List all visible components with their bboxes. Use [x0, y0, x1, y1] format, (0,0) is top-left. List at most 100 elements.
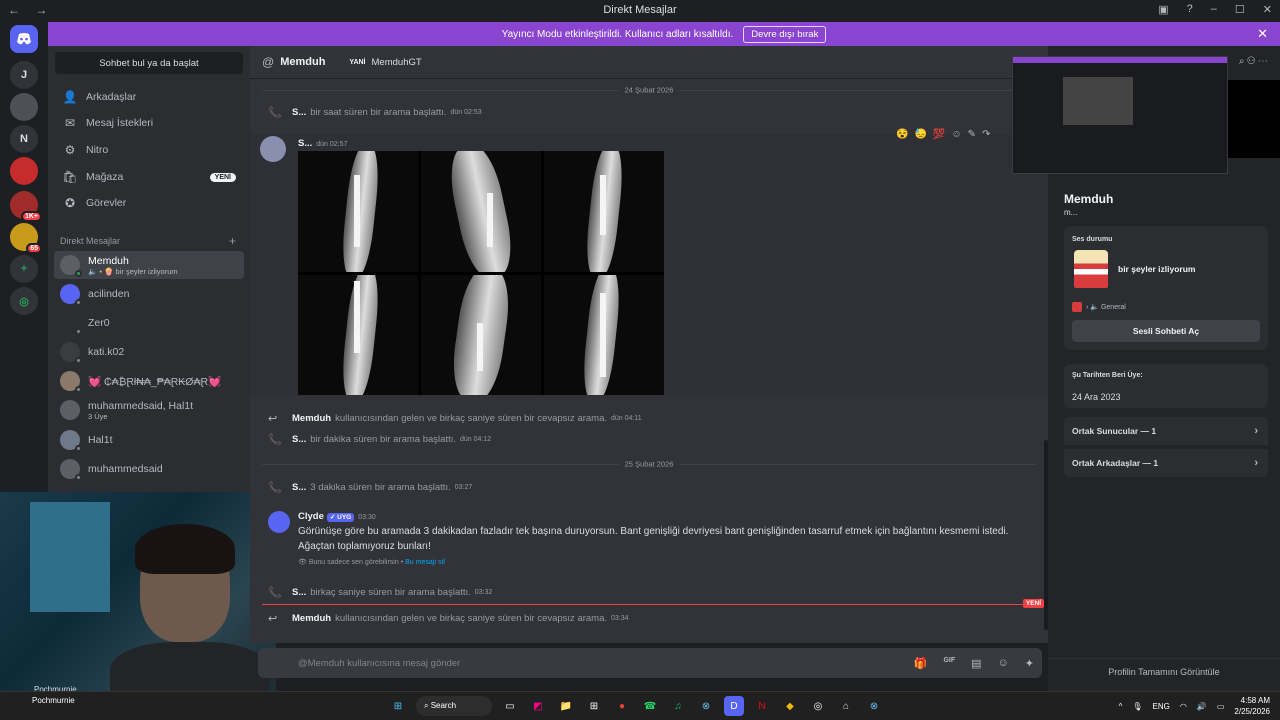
server-badge-1k[interactable]: 1K+ [10, 191, 42, 222]
add-server-button[interactable]: + [10, 255, 38, 283]
nav-shop[interactable]: 🛍 Mağaza YENİ [54, 164, 244, 190]
binance-icon[interactable]: ◆ [780, 696, 800, 716]
call-event: 📞 S... birkaç saniye süren bir arama başl… [268, 587, 493, 599]
message-author[interactable]: Clyde ✓ UYG 03:30 [298, 511, 376, 522]
find-conversation-button[interactable]: Sohbet bul ya da başlat [55, 52, 243, 74]
copilot-icon[interactable]: ◩ [528, 696, 548, 716]
video-preview[interactable] [1228, 80, 1280, 158]
date-divider: 25 Şubat 2026 [262, 459, 1036, 469]
taskbar-search[interactable]: ⌕ Search [416, 696, 492, 716]
create-dm-icon[interactable]: + [229, 234, 236, 248]
call-event: 📞 S... 3 dakika süren bir arama başlattı.… [268, 482, 473, 494]
add-reaction-icon[interactable]: ☺ [951, 129, 961, 140]
delete-message-link[interactable]: Bu mesajı sil [405, 559, 445, 566]
view-full-profile-link[interactable]: Profilin Tamamını Görüntüle [1048, 658, 1280, 677]
activity-text: bir şeyler izliyorum [1118, 264, 1196, 274]
chrome-icon[interactable]: ● [612, 696, 632, 716]
window-title: Direkt Mesajlar [603, 4, 677, 16]
gift-icon[interactable]: 🎁 [914, 657, 928, 670]
inbox-icon[interactable]: ▣ [1158, 3, 1168, 16]
volume-icon[interactable]: 🔊 [1197, 702, 1207, 711]
server-avatar[interactable] [10, 93, 38, 121]
steam-icon[interactable]: ⊗ [864, 696, 884, 716]
disable-streamer-button[interactable]: Devre dışı bırak [743, 25, 827, 43]
nav-friends[interactable]: 👤 Arkadaşlar [54, 84, 244, 110]
task-view-icon[interactable]: ▭ [500, 696, 520, 716]
dm-item-memduh[interactable]: Memduh 🔈 • 🍿 bir şeyler izliyorum [54, 251, 244, 279]
avatar[interactable] [260, 136, 286, 162]
nav-nitro[interactable]: ⚙ Nitro [54, 137, 244, 163]
server-badge-65[interactable]: 65 [10, 223, 42, 254]
maximize-button[interactable]: ☐ [1235, 3, 1245, 16]
reaction-icon[interactable]: 💯 [933, 129, 945, 140]
help-icon[interactable]: ? [1187, 3, 1193, 16]
message-author[interactable]: S... dün 02:57 [298, 138, 347, 149]
spotify-icon[interactable]: ♫ [668, 696, 688, 716]
server-j[interactable]: J [10, 61, 38, 89]
close-icon[interactable]: ✕ [1257, 26, 1268, 42]
tray-overflow-icon[interactable]: ^ [1119, 702, 1123, 711]
weather-widget[interactable]: Pochmurnie [32, 696, 75, 705]
dm-item[interactable]: 💓 ₵₳₿Ɽł₦₳_₱₳Ɽ₭Ø₳Ɽ💓 [54, 367, 244, 395]
mutual-friends-link[interactable]: Ortak Arkadaşlar — 1 › [1064, 449, 1268, 477]
nickname-tag: YANİ [349, 58, 366, 66]
voice-status-card: Ses durumu bir şeyler izliyorum › 🔈 Gene… [1064, 226, 1268, 350]
app-icon[interactable]: ⌂ [836, 696, 856, 716]
dm-item-group[interactable]: muhammedsaid, Hal1t 3 Üye [54, 396, 244, 424]
server-red[interactable] [10, 157, 38, 185]
reaction-icon[interactable]: 😵 [896, 129, 908, 140]
dm-item[interactable]: Hal1t [54, 426, 244, 454]
avatar [60, 284, 82, 306]
forward-icon[interactable]: ↷ [982, 129, 990, 140]
phone-icon: 📞 [268, 482, 282, 494]
start-icon[interactable]: ⊞ [388, 696, 408, 716]
clock[interactable]: 4:58 AM 2/25/2026 [1234, 695, 1270, 717]
message-composer[interactable]: @Memduh kullanıcısına mesaj gönder 🎁 GIF… [258, 648, 1042, 678]
dm-item[interactable]: kati.k02 [54, 338, 244, 366]
dm-item[interactable]: muhammedsaid [54, 455, 244, 483]
emoji-icon[interactable]: ☺ [998, 657, 1009, 670]
server-n[interactable]: N [10, 125, 38, 153]
gif-icon[interactable]: GIF [943, 657, 955, 670]
language-indicator[interactable]: ENG [1153, 702, 1170, 711]
mic-icon[interactable]: 🎙 [1132, 702, 1142, 711]
avatar [60, 313, 82, 335]
apps-icon[interactable]: ✦ [1025, 657, 1034, 670]
discover-button[interactable]: ◎ [10, 287, 38, 315]
close-button[interactable]: ✕ [1263, 3, 1272, 16]
netflix-icon[interactable]: N [752, 696, 772, 716]
panel-header-icons[interactable]: ⌕ ⚇ ⋯ [1239, 56, 1268, 67]
nav-message-requests[interactable]: ✉ Mesaj İstekleri [54, 110, 244, 136]
obs-icon[interactable]: ◎ [808, 696, 828, 716]
message-input[interactable]: @Memduh kullanıcısına mesaj gönder [298, 658, 460, 669]
dm-item[interactable]: Zer0 [54, 309, 244, 337]
store-icon[interactable]: ⊞ [584, 696, 604, 716]
date-divider: 24 Şubat 2026 [262, 85, 1036, 95]
phone-icon: 📞 [268, 107, 282, 119]
shop-icon: 🛍 [62, 170, 78, 184]
screen-preview[interactable] [1012, 56, 1228, 174]
edit-icon[interactable]: ✎ [968, 129, 976, 140]
dm-item[interactable]: acilinden [54, 280, 244, 308]
discord-icon[interactable]: D [724, 696, 744, 716]
chevron-right-icon: › [1254, 425, 1258, 437]
explorer-icon[interactable]: 📁 [556, 696, 576, 716]
server-icon [1072, 302, 1082, 312]
wifi-icon[interactable]: ◠ [1180, 702, 1187, 711]
sticker-icon[interactable]: ▤ [971, 657, 981, 670]
minimize-button[interactable]: – [1211, 3, 1217, 16]
open-voice-chat-button[interactable]: Sesli Sohbeti Aç [1072, 320, 1260, 342]
battery-icon[interactable]: ▭ [1217, 702, 1225, 711]
whatsapp-icon[interactable]: ☎ [640, 696, 660, 716]
clyde-avatar[interactable] [268, 511, 290, 533]
nav-quests[interactable]: ✪ Görevler [54, 190, 244, 216]
xray-image-attachment[interactable] [298, 151, 664, 395]
nitro-icon: ⚙ [64, 143, 76, 157]
steam-icon[interactable]: ⊗ [696, 696, 716, 716]
voice-channel[interactable]: › 🔈 General [1072, 302, 1126, 312]
chat-title: Memduh [280, 56, 326, 68]
mutual-servers-link[interactable]: Ortak Sunucular — 1 › [1064, 417, 1268, 445]
reaction-icon[interactable]: 😓 [914, 129, 926, 140]
discord-home-icon[interactable] [10, 25, 38, 53]
call-event: 📞 S... bir saat süren bir arama başlattı.… [268, 107, 482, 119]
